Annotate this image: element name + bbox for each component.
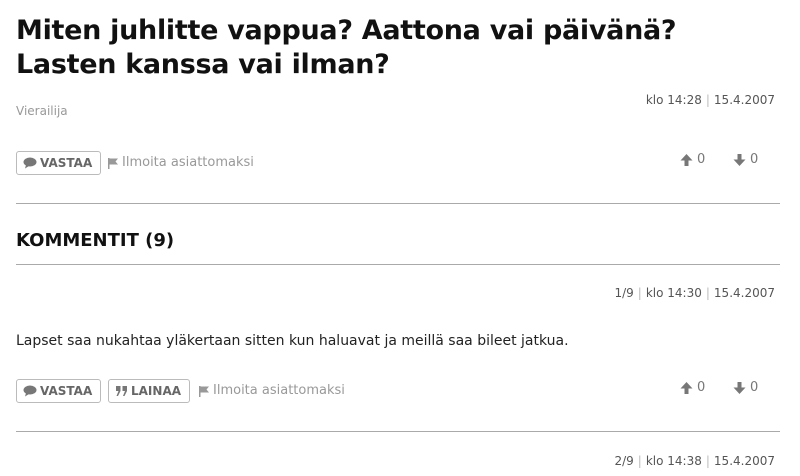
comment-quote-button[interactable]: LAINAA [108, 379, 191, 403]
comment-reply-button[interactable]: VASTAA [16, 379, 102, 403]
post-upvote-button[interactable]: 0 [680, 152, 705, 167]
comment-upvote-count: 0 [697, 380, 706, 395]
post-upvote-count: 0 [697, 152, 706, 167]
comment-index: 1/9 [614, 286, 634, 300]
quote-marks-icon [116, 386, 127, 396]
comment-index: 2/9 [614, 454, 634, 468]
post-downvote-count: 0 [750, 152, 759, 167]
comment-report-label: Ilmoita asiattomaksi [213, 383, 345, 398]
comment-quote-label: LAINAA [131, 384, 182, 398]
comment-time: klo 14:30 [645, 286, 702, 300]
comment-report-link[interactable]: Ilmoita asiattomaksi [198, 383, 345, 398]
post-time: klo 14:28 [645, 93, 702, 107]
comments-heading: KOMMENTIT (9) [16, 230, 175, 251]
post-divider [16, 203, 780, 204]
post-timestamp: klo 14:28 | 15.4.2007 [645, 93, 775, 107]
arrow-down-icon [733, 153, 746, 166]
arrow-up-icon [680, 153, 693, 166]
comment-upvote-button[interactable]: 0 [680, 380, 705, 395]
comment-downvote-button[interactable]: 0 [733, 380, 758, 395]
flag-icon [199, 385, 209, 397]
post-date: 15.4.2007 [713, 93, 775, 107]
arrow-up-icon [680, 381, 693, 394]
comment-downvote-count: 0 [750, 380, 759, 395]
comment-divider [16, 431, 780, 432]
arrow-down-icon [733, 381, 746, 394]
comment-date: 15.4.2007 [713, 454, 775, 468]
post-report-link[interactable]: Ilmoita asiattomaksi [107, 155, 254, 170]
post-report-label: Ilmoita asiattomaksi [122, 155, 254, 170]
comment-timestamp: 1/9 | klo 14:30 | 15.4.2007 [614, 286, 775, 300]
comment-text: Lapset saa nukahtaa yläkertaan sitten ku… [16, 333, 569, 349]
flag-icon [108, 157, 118, 169]
speech-bubble-icon [23, 385, 37, 397]
post-reply-button[interactable]: VASTAA [16, 151, 102, 175]
comment-time: klo 14:38 [645, 454, 702, 468]
comments-heading-divider [16, 264, 780, 265]
post-downvote-button[interactable]: 0 [733, 152, 758, 167]
post-reply-label: VASTAA [40, 156, 93, 170]
comment-timestamp: 2/9 | klo 14:38 | 15.4.2007 [614, 454, 775, 468]
post-title: Miten juhlitte vappua? Aattona vai päivä… [16, 15, 677, 80]
speech-bubble-icon [23, 157, 37, 169]
post-author: Vierailija [16, 104, 68, 118]
comment-reply-label: VASTAA [40, 384, 93, 398]
comment-date: 15.4.2007 [713, 286, 775, 300]
